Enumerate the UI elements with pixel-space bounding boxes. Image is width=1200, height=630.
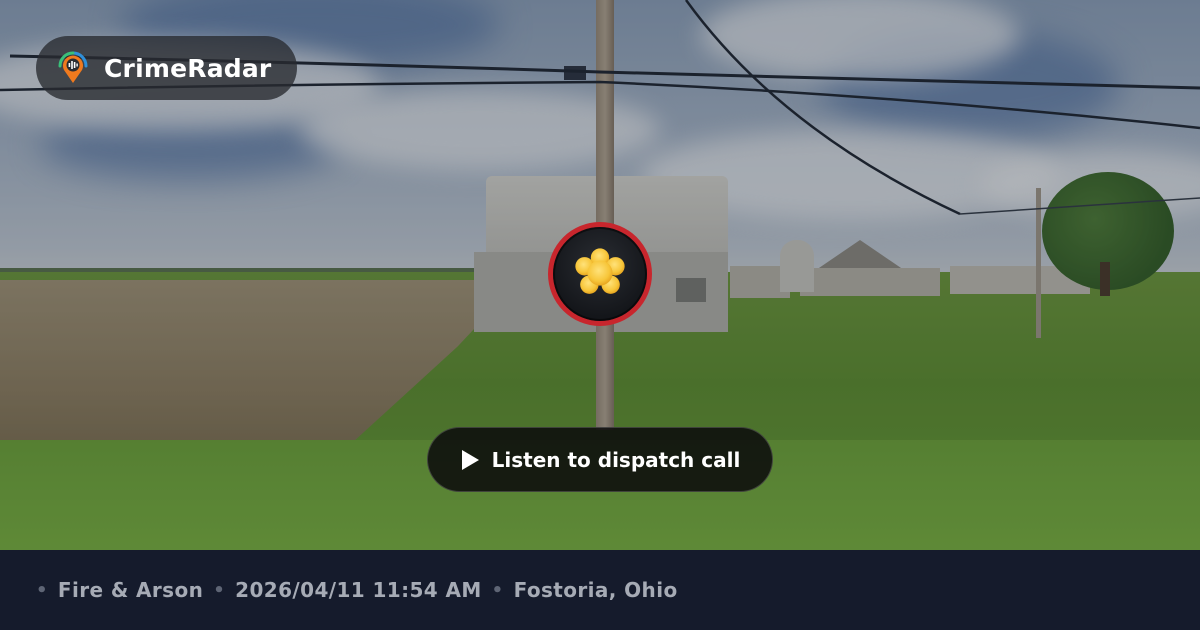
listen-button-label: Listen to dispatch call (491, 447, 741, 472)
brand-name: CrimeRadar (104, 53, 272, 83)
incident-meta-bar: • Fire & Arson • 2026/04/11 11:54 AM • F… (0, 550, 1200, 630)
play-icon (461, 449, 479, 470)
separator-dot: • (491, 579, 504, 601)
incident-type-badge (548, 222, 652, 326)
radar-pin-logo-icon (58, 51, 88, 83)
badge-inner (553, 227, 647, 321)
listen-dispatch-button[interactable]: Listen to dispatch call (427, 427, 773, 492)
separator-dot: • (213, 579, 226, 601)
fire-explosion-icon (575, 248, 625, 294)
incident-category: Fire & Arson (57, 578, 204, 602)
incident-datetime: 2026/04/11 11:54 AM (235, 578, 482, 602)
share-card: CrimeRadar Listen to dispatch call • Fir… (0, 0, 1200, 630)
incident-location: Fostoria, Ohio (513, 578, 678, 602)
separator-dot: • (36, 579, 48, 601)
brand-pill[interactable]: CrimeRadar (36, 36, 298, 100)
